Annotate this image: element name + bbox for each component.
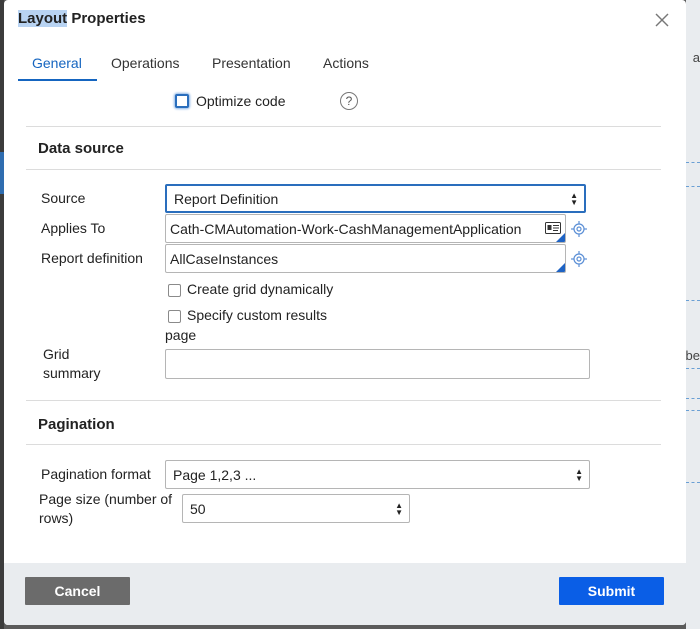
dialog-title-highlight: Layout	[18, 10, 68, 27]
optimize-code-checkbox[interactable]	[175, 94, 189, 108]
field-corner-marker	[556, 233, 565, 242]
data-source-heading: Data source	[38, 140, 124, 157]
dialog-footer: Cancel Submit	[4, 563, 686, 625]
section-divider	[26, 169, 661, 170]
report-definition-field[interactable]: AllCaseInstances	[165, 244, 566, 273]
background-divider	[686, 410, 700, 411]
background-divider	[686, 398, 700, 399]
help-icon[interactable]: ?	[340, 92, 358, 110]
applies-to-value: Cath-CMAutomation-Work-CashManagementApp…	[170, 220, 522, 237]
page-size-select[interactable]: 50 ▲ ▼	[182, 494, 410, 523]
tab-operations[interactable]: Operations	[111, 55, 179, 71]
section-divider	[26, 126, 661, 127]
grid-summary-label: Grid	[43, 346, 70, 362]
tab-actions[interactable]: Actions	[323, 55, 369, 71]
grid-summary-input[interactable]	[165, 349, 590, 379]
pagination-format-value: Page 1,2,3 ...	[173, 466, 257, 483]
custom-results-page-label-cont: page	[165, 327, 197, 343]
page-size-label-cont: rows)	[39, 510, 74, 526]
tab-general[interactable]: General	[32, 55, 82, 71]
select-arrows-icon: ▲ ▼	[570, 190, 578, 207]
select-arrows-icon: ▲ ▼	[575, 466, 583, 483]
applies-to-label: Applies To	[41, 220, 106, 236]
crosshair-target-icon[interactable]	[571, 221, 587, 237]
close-button[interactable]	[654, 12, 674, 32]
cancel-button[interactable]: Cancel	[25, 577, 130, 605]
source-select[interactable]: Report Definition ▲ ▼	[165, 184, 586, 213]
crosshair-target-icon[interactable]	[571, 251, 587, 267]
report-definition-label: Report definition	[41, 250, 143, 266]
section-divider	[26, 444, 661, 445]
create-grid-dynamically-label: Create grid dynamically	[187, 281, 334, 297]
active-tab-indicator	[18, 79, 97, 81]
tab-presentation[interactable]: Presentation	[212, 55, 291, 71]
report-definition-value: AllCaseInstances	[170, 250, 279, 267]
dialog-title: Layout Properties	[18, 10, 146, 27]
create-grid-dynamically-checkbox[interactable]	[168, 284, 181, 297]
layout-properties-dialog: Layout Properties General Operations Pre…	[4, 0, 686, 625]
background-divider	[686, 482, 700, 483]
applies-to-field[interactable]: Cath-CMAutomation-Work-CashManagementApp…	[165, 214, 566, 243]
grid-summary-label-cont: summary	[43, 365, 101, 381]
source-select-value: Report Definition	[174, 190, 279, 207]
custom-results-page-label: Specify custom results	[187, 307, 328, 323]
submit-button[interactable]: Submit	[559, 577, 664, 605]
close-icon	[655, 13, 669, 27]
background-divider	[686, 162, 700, 163]
field-corner-marker	[556, 263, 565, 272]
page-size-value: 50	[190, 500, 206, 517]
dialog-title-rest: Properties	[67, 10, 146, 27]
background-text: a	[692, 50, 700, 65]
background-divider	[686, 368, 700, 369]
custom-results-page-checkbox[interactable]	[168, 310, 181, 323]
select-arrows-icon: ▲ ▼	[395, 500, 403, 517]
section-divider	[26, 400, 661, 401]
optimize-code-label: Optimize code	[196, 93, 286, 109]
pagination-format-select[interactable]: Page 1,2,3 ... ▲ ▼	[165, 460, 590, 489]
background-divider	[686, 186, 700, 187]
page-size-label: Page size (number of	[39, 491, 173, 507]
pagination-heading: Pagination	[38, 416, 115, 433]
source-label: Source	[41, 190, 86, 206]
pagination-format-label: Pagination format	[41, 466, 151, 482]
background-right-edge: a be	[686, 0, 700, 629]
background-text: be	[685, 348, 700, 363]
background-divider	[686, 300, 700, 301]
